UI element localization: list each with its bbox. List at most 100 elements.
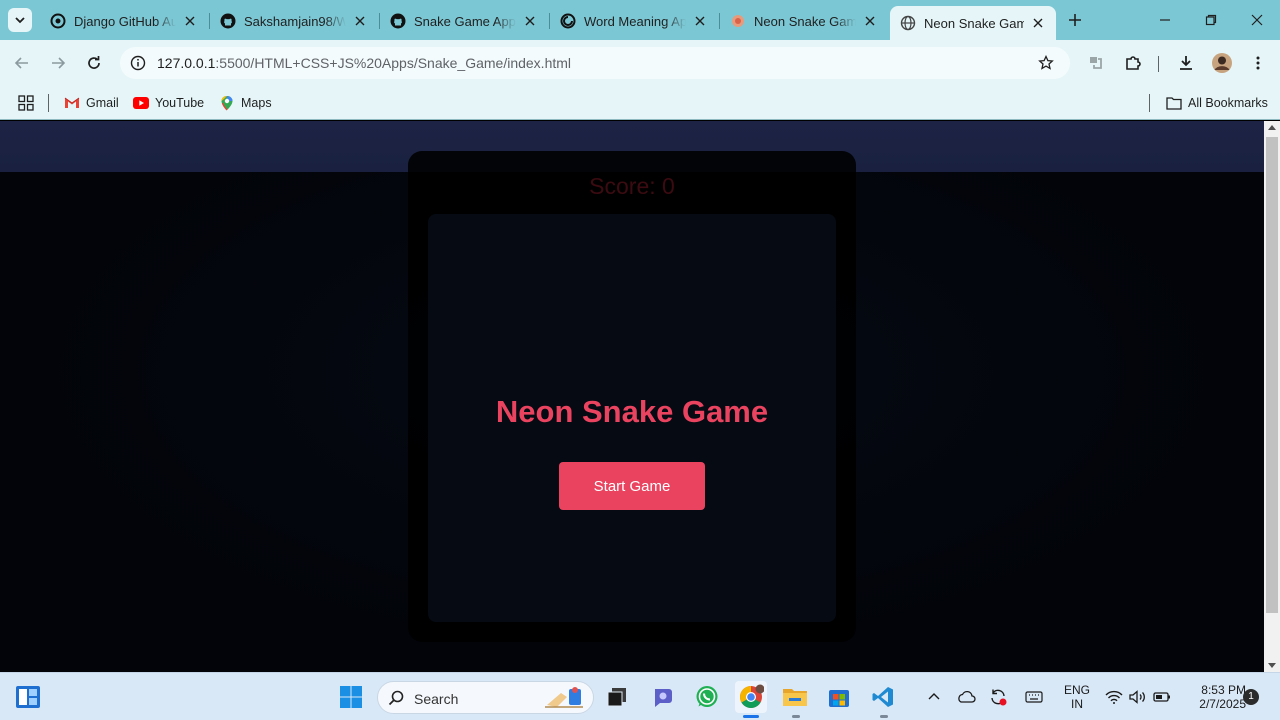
bookmark-star-icon[interactable] <box>1036 53 1056 73</box>
touch-keyboard-button[interactable] <box>1020 681 1048 713</box>
widgets-button[interactable] <box>12 681 44 713</box>
sync-status-button[interactable] <box>984 681 1012 713</box>
onedrive-button[interactable] <box>952 681 980 713</box>
battery-icon <box>1153 692 1170 702</box>
start-button[interactable] <box>335 681 367 713</box>
teams-chat-button[interactable] <box>647 681 679 713</box>
game-title: Neon Snake Game <box>495 394 769 429</box>
whatsapp-icon <box>696 686 718 707</box>
all-bookmarks-label: All Bookmarks <box>1188 96 1268 110</box>
wifi-icon <box>1105 690 1123 704</box>
arrow-left-icon <box>14 57 28 69</box>
volume-button[interactable] <box>1126 681 1150 713</box>
close-icon[interactable] <box>862 13 878 29</box>
tab-title: Django GitHub Au <box>74 13 176 29</box>
active-app-indicator <box>743 715 759 718</box>
region-code: IN <box>1071 697 1083 711</box>
bookmark-maps[interactable]: Maps <box>219 92 272 114</box>
scroll-up-arrow-icon[interactable] <box>1268 125 1276 130</box>
task-view-button[interactable] <box>601 681 633 713</box>
tab-neon-snake-game-active[interactable]: Neon Snake Game <box>890 6 1056 40</box>
browser-menu-button[interactable] <box>1246 51 1270 75</box>
chat-icon <box>655 689 672 707</box>
address-bar[interactable]: 127.0.0.1:5500/HTML+CSS+JS%20Apps/Snake_… <box>120 47 1070 79</box>
page-scrollbar[interactable] <box>1264 121 1280 672</box>
extension-button[interactable] <box>1084 51 1108 75</box>
back-button[interactable] <box>10 51 34 75</box>
bookmark-label: Maps <box>241 96 272 110</box>
url-host: 127.0.0.1 <box>157 55 216 71</box>
speaker-icon <box>1129 690 1145 704</box>
vscode-button[interactable] <box>867 681 899 713</box>
toolbar-separator <box>1158 56 1159 72</box>
url-text[interactable]: 127.0.0.1:5500/HTML+CSS+JS%20Apps/Snake_… <box>157 55 571 71</box>
task-view-icon <box>607 688 626 707</box>
close-icon[interactable] <box>1030 15 1046 31</box>
github-icon <box>390 13 406 29</box>
tab-search-button[interactable] <box>8 8 32 32</box>
folder-icon <box>783 689 807 706</box>
minimize-icon <box>1160 19 1170 21</box>
page-viewport: Score: 0 Neon Snake Game Start Game <box>0 121 1264 672</box>
taskbar-search-box[interactable]: Search <box>377 681 594 714</box>
battery-button[interactable] <box>1150 681 1174 713</box>
chrome-taskbar-button[interactable] <box>735 681 767 713</box>
open-app-indicator <box>880 715 888 718</box>
bookmark-youtube[interactable]: YouTube <box>133 92 204 114</box>
close-icon[interactable] <box>522 13 538 29</box>
reload-button[interactable] <box>82 51 106 75</box>
bookmarks-separator <box>48 94 49 112</box>
file-explorer-button[interactable] <box>779 681 811 713</box>
scroll-down-arrow-icon[interactable] <box>1268 663 1276 668</box>
plus-icon <box>1069 14 1081 26</box>
github-icon <box>220 13 236 29</box>
notification-badge[interactable]: 1 <box>1243 689 1259 705</box>
extension-icon <box>1090 57 1102 69</box>
tab-title: Word Meaning Ap <box>584 13 686 29</box>
download-icon <box>1180 56 1192 70</box>
forward-button[interactable] <box>46 51 70 75</box>
input-language-indicator[interactable]: ENG IN <box>1058 683 1096 711</box>
show-hidden-icons-button[interactable] <box>920 681 948 713</box>
tab-django-github[interactable]: Django GitHub Au <box>40 6 208 36</box>
tab-neon-snake-game-1[interactable]: Neon Snake Game <box>720 6 888 36</box>
extensions-menu-button[interactable] <box>1121 51 1145 75</box>
microsoft-store-button[interactable] <box>823 681 855 713</box>
all-bookmarks-button[interactable]: All Bookmarks <box>1166 92 1268 114</box>
notification-count: 1 <box>1248 691 1254 702</box>
close-icon[interactable] <box>182 13 198 29</box>
tab-word-meaning-app[interactable]: Word Meaning Ap <box>550 6 718 36</box>
downloads-button[interactable] <box>1174 51 1198 75</box>
avatar-icon <box>1212 53 1232 73</box>
more-vertical-icon <box>1256 56 1260 70</box>
clock[interactable]: 8:53 PM 2/7/2025 <box>1180 683 1246 711</box>
bookmark-label: YouTube <box>155 96 205 110</box>
info-icon[interactable] <box>128 53 148 73</box>
tab-title: Snake Game App - <box>414 13 516 29</box>
new-tab-button[interactable] <box>1064 9 1086 31</box>
close-icon[interactable] <box>692 13 708 29</box>
game-container: Score: 0 Neon Snake Game Start Game <box>408 151 856 642</box>
minimize-button[interactable] <box>1142 0 1188 40</box>
whatsapp-button[interactable] <box>691 681 723 713</box>
profile-avatar[interactable] <box>1210 51 1234 75</box>
restore-button[interactable] <box>1188 0 1234 40</box>
start-game-button[interactable]: Start Game <box>559 462 705 510</box>
tab-sakshamjain-repo[interactable]: Sakshamjain98/W <box>210 6 378 36</box>
scrollbar-thumb[interactable] <box>1266 137 1278 613</box>
close-icon[interactable] <box>352 13 368 29</box>
chrome-icon <box>740 684 764 708</box>
keyboard-icon <box>1025 691 1043 703</box>
tab-title: Sakshamjain98/W <box>244 13 346 29</box>
tab-snake-game-app[interactable]: Snake Game App - <box>380 6 548 36</box>
store-icon <box>829 690 849 707</box>
network-button[interactable] <box>1102 681 1126 713</box>
globe-icon <box>900 15 916 31</box>
tab-title: Neon Snake Game <box>924 15 1024 31</box>
apps-button[interactable] <box>18 92 34 114</box>
apps-grid-icon <box>18 95 34 111</box>
chevron-down-icon <box>15 17 25 24</box>
close-window-button[interactable] <box>1234 0 1280 40</box>
restore-icon <box>1205 14 1217 26</box>
bookmark-gmail[interactable]: Gmail <box>64 92 119 114</box>
